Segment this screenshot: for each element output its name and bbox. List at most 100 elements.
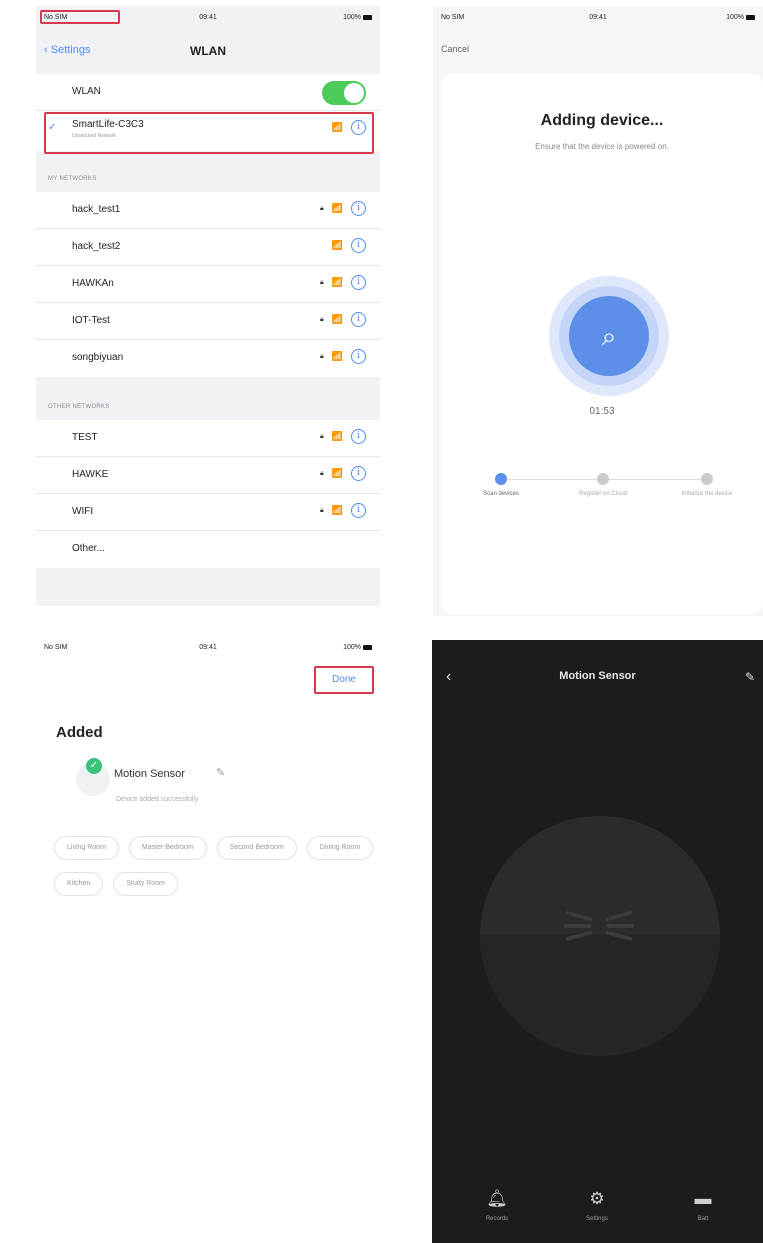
adding-device-screen: No SIM 09:41 100% Cancel Adding device..…: [433, 6, 763, 616]
bell-icon: 🔔︎: [486, 1189, 508, 1208]
tab-battery[interactable]: ▬ Batt: [668, 1188, 738, 1222]
step-dot: [597, 473, 609, 485]
wlan-settings-screen: No SIM 09:41 100% ‹ Settings WLAN WLAN ✓…: [36, 6, 380, 606]
tab-records[interactable]: 🔔︎ Records: [462, 1188, 532, 1222]
adding-subtitle: Ensure that the device is powered on.: [535, 142, 669, 151]
wifi-icon: 📶: [331, 203, 343, 213]
network-name: HAWKE: [72, 469, 109, 480]
lock-icon: 🔒︎: [320, 278, 324, 286]
edit-name-icon[interactable]: ✎: [216, 766, 225, 779]
network-icons: 🔒︎ 📶 i: [320, 429, 366, 444]
network-icons: 🔒︎ 📶 i: [320, 349, 366, 364]
network-icons: 🔒︎ 📶 i: [320, 466, 366, 481]
status-time: 09:41: [589, 14, 607, 21]
network-name: TEST: [72, 432, 98, 443]
info-icon[interactable]: i: [351, 466, 366, 481]
check-icon: ✓: [86, 758, 102, 774]
highlight-connected-network: [44, 112, 374, 154]
lock-icon: 🔒︎: [320, 506, 324, 514]
cancel-button[interactable]: Cancel: [441, 44, 469, 54]
nav-bar: ‹ Settings WLAN: [36, 36, 380, 66]
highlight-done-button: [314, 666, 374, 694]
status-battery: 100%: [343, 14, 372, 21]
tab-label: Batt: [697, 1216, 709, 1222]
info-icon[interactable]: i: [351, 429, 366, 444]
lock-icon: 🔒︎: [320, 432, 324, 440]
network-name: HAWKAn: [72, 278, 114, 289]
other-label: Other...: [72, 543, 105, 554]
network-row[interactable]: WIFI 🔒︎ 📶 i: [36, 494, 380, 531]
network-name: hack_test1: [72, 204, 121, 215]
room-chip[interactable]: Second Bedroom: [216, 836, 297, 860]
network-name: songbiyuan: [72, 352, 124, 363]
section-other-networks: OTHER NETWORKS: [48, 404, 110, 410]
lock-icon: 🔒︎: [320, 315, 324, 323]
device-status: Device added successfully: [116, 796, 199, 803]
progress-steps: Scan devices Register on Cloud Initializ…: [461, 470, 743, 530]
room-chip[interactable]: Study Room: [113, 872, 178, 896]
wlan-toggle[interactable]: [322, 81, 366, 105]
network-name: WIFI: [72, 506, 94, 517]
wlan-toggle-label: WLAN: [72, 86, 101, 97]
wifi-icon: 📶: [331, 468, 343, 478]
settings-icon: ⚙: [589, 1189, 605, 1208]
network-row[interactable]: HAWKAn 🔒︎ 📶 i: [36, 266, 380, 303]
room-chip[interactable]: Kitchen: [54, 872, 104, 896]
room-chip[interactable]: Living Room: [54, 836, 119, 860]
info-icon[interactable]: i: [351, 201, 366, 216]
info-icon[interactable]: i: [351, 349, 366, 364]
network-row[interactable]: hack_test2 📶 i: [36, 229, 380, 266]
tab-settings[interactable]: ⚙ Settings: [562, 1188, 632, 1222]
info-icon[interactable]: i: [351, 275, 366, 290]
device-added-screen: No SIM 09:41 100% Done Added ✓ Motion Se…: [36, 636, 380, 1236]
room-chip[interactable]: Master Bedroom: [128, 836, 207, 860]
wifi-icon: 📶: [331, 277, 343, 287]
battery-icon: [363, 14, 372, 20]
info-icon[interactable]: i: [351, 503, 366, 518]
step-dot: [701, 473, 713, 485]
network-icons: 🔒︎ 📶 i: [320, 312, 366, 327]
network-row[interactable]: IOT-Test 🔒︎ 📶 i: [36, 303, 380, 340]
network-row[interactable]: HAWKE 🔒︎ 📶 i: [36, 457, 380, 494]
countdown-timer: 01:53: [589, 406, 615, 417]
status-battery: 100%: [343, 644, 372, 651]
highlight-status-carrier: [40, 10, 120, 24]
network-name: IOT-Test: [72, 315, 110, 326]
room-chips: Living Room Master Bedroom Second Bedroom D…: [54, 836, 374, 896]
network-row[interactable]: hack_test1 🔒︎ 📶 i: [36, 192, 380, 229]
page-title: WLAN: [190, 44, 226, 58]
my-networks-list: hack_test1 🔒︎ 📶 i hack_test2 📶 i HAWKAn 🔒︎ 📶 i IOT-…: [36, 192, 380, 377]
network-row[interactable]: TEST 🔒︎ 📶 i: [36, 420, 380, 457]
wifi-icon: 📶: [331, 505, 343, 515]
room-chip[interactable]: Dining Room: [306, 836, 374, 860]
other-network-row[interactable]: Other...: [36, 531, 380, 568]
step-dot: [495, 473, 507, 485]
device-title: Motion Sensor: [559, 670, 636, 682]
network-icons: 🔒︎ 📶 i: [320, 201, 366, 216]
adding-card: Adding device... Ensure that the device …: [441, 74, 763, 614]
step-initialize: Initialize the device: [667, 470, 747, 499]
other-networks-list: TEST 🔒︎ 📶 i HAWKE 🔒︎ 📶 i WIFI 🔒︎ 📶 i Other...: [36, 420, 380, 568]
wifi-icon: 📶: [331, 431, 343, 441]
step-label: Register on Cloud: [578, 491, 628, 497]
step-label: Scan devices: [483, 491, 519, 497]
network-row[interactable]: songbiyuan 🔒︎ 📶 i: [36, 340, 380, 377]
step-register: Register on Cloud: [563, 470, 643, 499]
adding-title: Adding device...: [540, 112, 664, 129]
device-icon: ✓: [76, 758, 110, 796]
wifi-icon: 📶: [331, 314, 343, 324]
lock-icon: 🔒︎: [320, 469, 324, 477]
edit-icon[interactable]: ✎: [745, 670, 755, 684]
network-icons: 🔒︎ 📶 i: [320, 275, 366, 290]
search-icon: ⌕: [569, 296, 649, 376]
wifi-icon: 📶: [331, 351, 343, 361]
lock-icon: 🔒︎: [320, 204, 324, 212]
info-icon[interactable]: i: [351, 238, 366, 253]
battery-icon: [363, 644, 372, 650]
network-icons: 🔒︎ 📶 i: [320, 503, 366, 518]
info-icon[interactable]: i: [351, 312, 366, 327]
network-icons: 📶 i: [332, 238, 366, 253]
step-scan: Scan devices: [461, 470, 541, 499]
motion-sensor-screen: ‹ Motion Sensor ✎ ⚞⚟ 🔔︎ Records ⚙ Settin…: [432, 640, 763, 1243]
battery-icon: ▬: [694, 1189, 712, 1208]
